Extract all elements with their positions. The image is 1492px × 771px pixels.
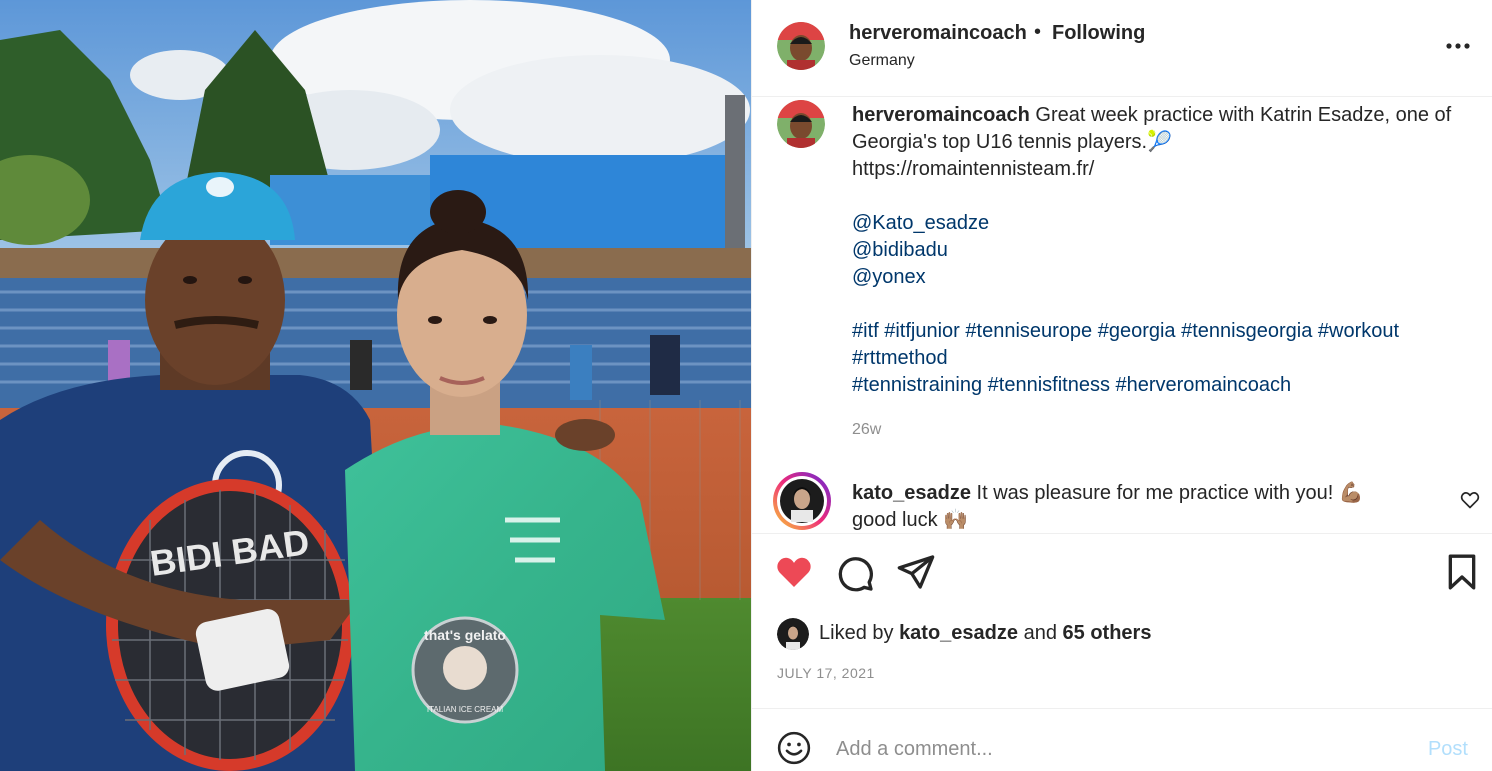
- separator-dot: •: [1034, 21, 1042, 43]
- heart-filled-icon[interactable]: [774, 552, 814, 592]
- post-button[interactable]: Post: [1428, 738, 1468, 761]
- post-date[interactable]: JULY 17, 2021: [777, 665, 875, 681]
- badge-text-top: that's gelato: [424, 627, 506, 643]
- mention-kato-esadze[interactable]: @Kato_esadze: [852, 210, 1462, 237]
- post-sidebar: herveromaincoach • Following Germany her…: [751, 0, 1492, 771]
- mention-bidibadu[interactable]: @bidibadu: [852, 237, 1462, 264]
- caption-line: herveromaincoach Great week practice wit…: [852, 102, 1462, 156]
- comment-icon[interactable]: [835, 553, 875, 593]
- liker-avatar[interactable]: [777, 618, 809, 650]
- liked-by-and: and: [1023, 622, 1057, 644]
- caption-time-ago[interactable]: 26w: [852, 421, 881, 439]
- bookmark-icon[interactable]: [1442, 552, 1482, 592]
- mention-yonex[interactable]: @yonex: [852, 264, 1462, 291]
- post-caption: herveromaincoach Great week practice wit…: [852, 102, 1462, 399]
- share-icon[interactable]: [896, 552, 936, 592]
- liked-by-summary: Liked by kato_esadze and 65 others: [819, 622, 1151, 645]
- actions-divider: [752, 533, 1492, 535]
- hashtags-line-3[interactable]: #tennistraining #tennisfitness #herverom…: [852, 372, 1462, 399]
- comment-input[interactable]: [836, 734, 1396, 764]
- liked-by-others[interactable]: 65 others: [1063, 622, 1152, 644]
- emoji-icon[interactable]: [777, 731, 811, 765]
- post-photo[interactable]: BIDI BAD that's gelato ITALIAN ICE CREAM: [0, 0, 751, 771]
- following-button[interactable]: Following: [1052, 22, 1145, 45]
- post-image: BIDI BAD that's gelato ITALIAN ICE CREAM: [0, 0, 751, 771]
- more-horizontal-icon[interactable]: [1443, 30, 1473, 60]
- comment-body: kato_esadze It was pleasure for me pract…: [852, 480, 1412, 533]
- liked-by-prefix: Liked by: [819, 622, 894, 644]
- post-location[interactable]: Germany: [849, 52, 915, 70]
- caption-link[interactable]: https://romaintennisteam.fr/: [852, 156, 1462, 183]
- author-avatar[interactable]: [777, 22, 825, 70]
- author-username[interactable]: herveromaincoach: [849, 22, 1027, 45]
- caption-author-avatar[interactable]: [777, 100, 825, 148]
- badge-text-bottom: ITALIAN ICE CREAM: [427, 705, 504, 714]
- hashtags-line-1[interactable]: #itf #itfjunior #tenniseurope #georgia #…: [852, 318, 1462, 345]
- commenter-username[interactable]: kato_esadze: [852, 482, 971, 504]
- comment-like-icon[interactable]: [1460, 490, 1480, 510]
- post-header: herveromaincoach • Following Germany: [752, 0, 1492, 97]
- tennis-emoji: 🎾: [1147, 131, 1172, 153]
- hashtags-line-2[interactable]: #rttmethod: [852, 345, 1462, 372]
- comment-clip: kato_esadze It was pleasure for me pract…: [752, 460, 1492, 533]
- add-comment-bar: Post: [752, 708, 1492, 771]
- caption-username[interactable]: herveromaincoach: [852, 104, 1030, 126]
- liked-by-user[interactable]: kato_esadze: [899, 622, 1018, 644]
